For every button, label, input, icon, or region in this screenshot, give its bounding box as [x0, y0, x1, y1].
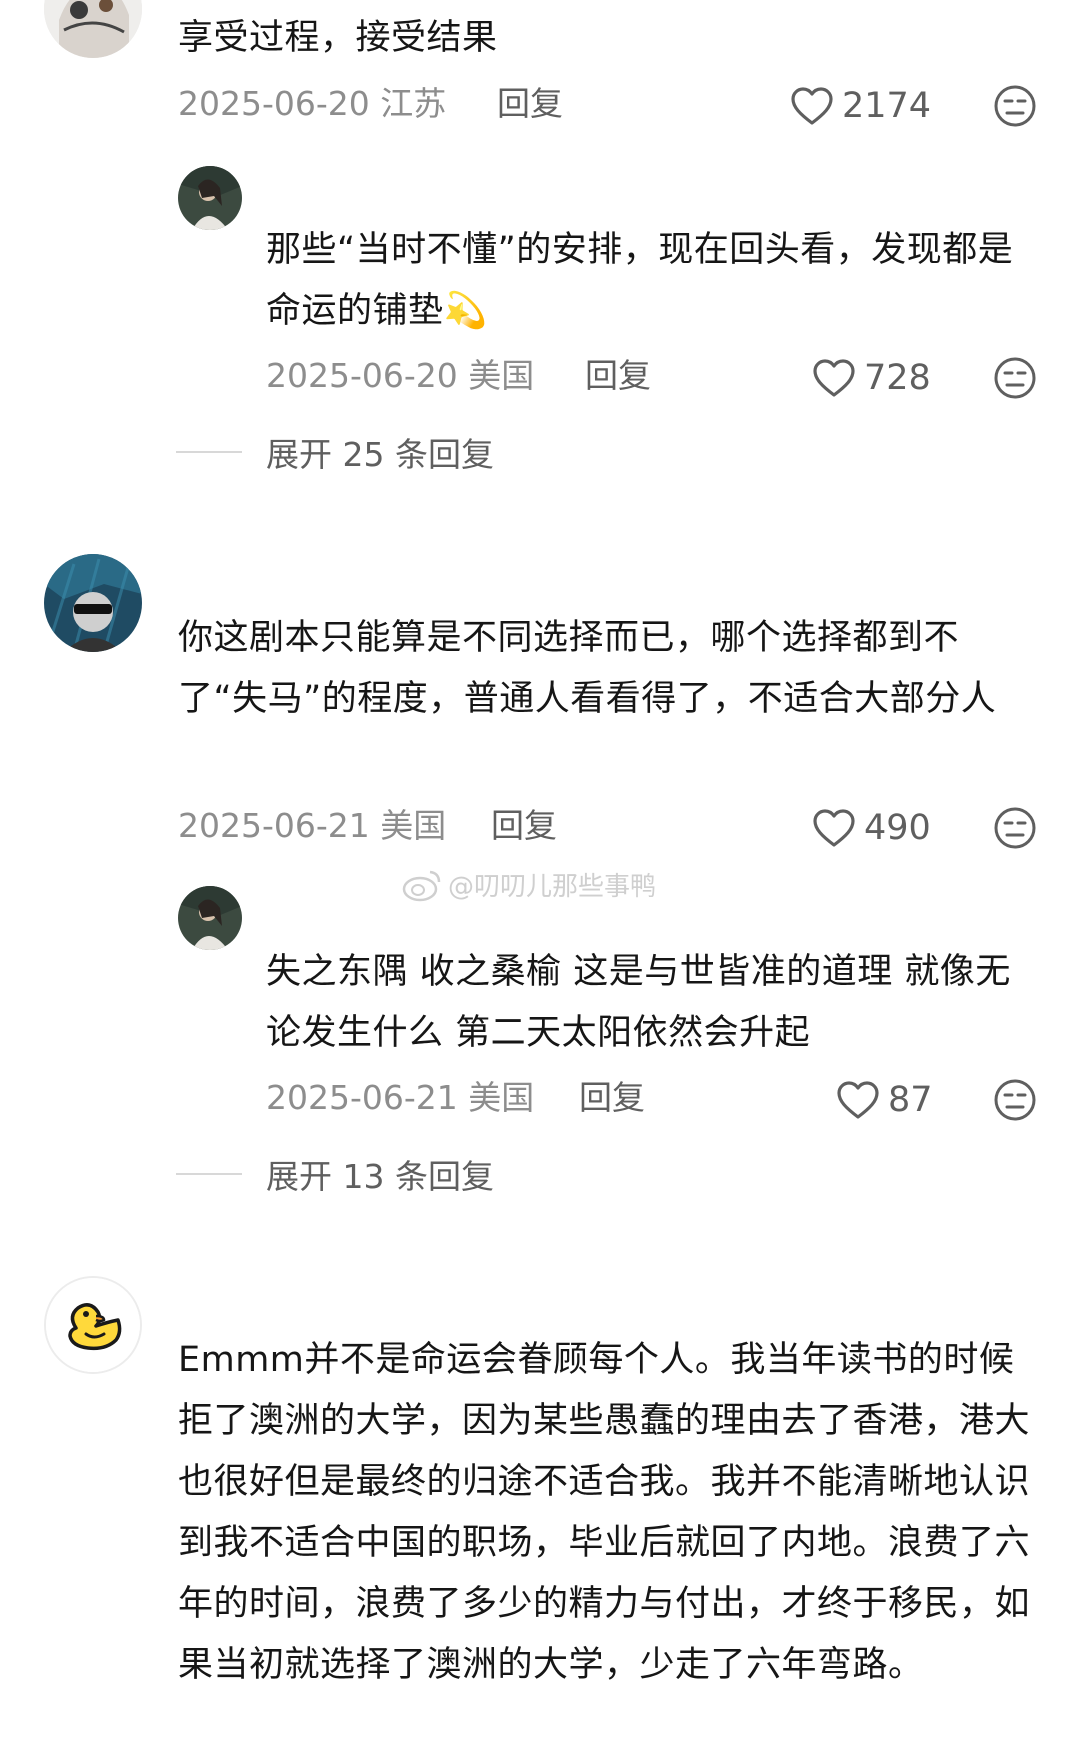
reply-button[interactable]: 回复 — [491, 806, 557, 846]
comment-meta: 2025-06-20 江苏 — [178, 84, 446, 124]
comment-date: 2025-06-21 — [266, 1078, 458, 1117]
reply-button[interactable]: 回复 — [497, 84, 563, 124]
like-count: 87 — [888, 1080, 933, 1120]
comment-location: 江苏 — [380, 84, 447, 123]
like-count: 490 — [864, 808, 931, 848]
dislike-face-icon[interactable] — [993, 1078, 1037, 1122]
comment-text: Emmm并不是命运会眷顾每个人。我当年读书的时候拒了澳洲的大学，因为某些愚蠢的理… — [178, 1340, 1031, 1685]
comment-text-content: 那些“当时不懂”的安排，现在回头看，发现都是命运的铺垫 — [266, 230, 1014, 331]
expand-replies-button[interactable]: 展开 25 条回复 — [176, 428, 494, 476]
heart-icon — [813, 809, 855, 847]
heart-icon — [837, 1081, 879, 1119]
avatar[interactable] — [178, 886, 242, 950]
dizzy-emoji-icon: 💫 — [443, 291, 488, 331]
avatar[interactable] — [178, 166, 242, 230]
expand-divider — [176, 1173, 242, 1175]
like-count: 2174 — [842, 86, 932, 126]
comment-date: 2025-06-20 — [178, 84, 370, 123]
dislike-face-icon[interactable] — [993, 84, 1037, 128]
avatar[interactable] — [44, 1276, 142, 1374]
comment-location: 美国 — [468, 356, 535, 395]
watermark: @叨叨儿那些事鸭 — [402, 866, 656, 903]
avatar[interactable] — [44, 554, 142, 652]
expand-divider — [176, 451, 242, 453]
rubber-duck-icon — [46, 1278, 140, 1372]
comment-location: 美国 — [468, 1078, 535, 1117]
heart-icon — [791, 87, 833, 125]
avatar[interactable] — [44, 0, 142, 58]
comment-text: 那些“当时不懂”的安排，现在回头看，发现都是命运的铺垫💫 — [266, 220, 1042, 342]
like-count: 728 — [864, 358, 931, 398]
comment-meta: 2025-06-21 美国 — [266, 1078, 534, 1118]
dislike-face-icon[interactable] — [993, 356, 1037, 400]
comment-date: 2025-06-21 — [178, 806, 370, 845]
reply-button[interactable]: 回复 — [585, 356, 651, 396]
expand-replies-label: 展开 13 条回复 — [266, 1157, 494, 1196]
dislike-face-icon[interactable] — [993, 806, 1037, 850]
comment-text: 享受过程，接受结果 — [178, 18, 498, 58]
comment-text: 你这剧本只能算是不同选择而已，哪个选择都到不了“失马”的程度，普通人看看得了，不… — [178, 618, 997, 719]
reply-button[interactable]: 回复 — [579, 1078, 645, 1118]
comment-meta: 2025-06-21 美国 — [178, 806, 446, 846]
comment-meta: 2025-06-20 美国 — [266, 356, 534, 396]
like-button[interactable]: 87 — [836, 1078, 933, 1122]
watermark-text: @叨叨儿那些事鸭 — [448, 872, 657, 902]
weibo-logo-icon — [402, 870, 441, 901]
like-button[interactable]: 490 — [812, 806, 931, 850]
comment-text: 失之东隅 收之桑榆 这是与世皆准的道理 就像无论发生什么 第二天太阳依然会升起 — [266, 952, 1011, 1053]
like-button[interactable]: 728 — [812, 356, 931, 400]
like-button[interactable]: 2174 — [790, 84, 931, 128]
comment-date: 2025-06-20 — [266, 356, 458, 395]
comment-location: 美国 — [380, 806, 447, 845]
heart-icon — [813, 359, 855, 397]
expand-replies-button[interactable]: 展开 13 条回复 — [176, 1150, 494, 1198]
expand-replies-label: 展开 25 条回复 — [266, 435, 494, 474]
